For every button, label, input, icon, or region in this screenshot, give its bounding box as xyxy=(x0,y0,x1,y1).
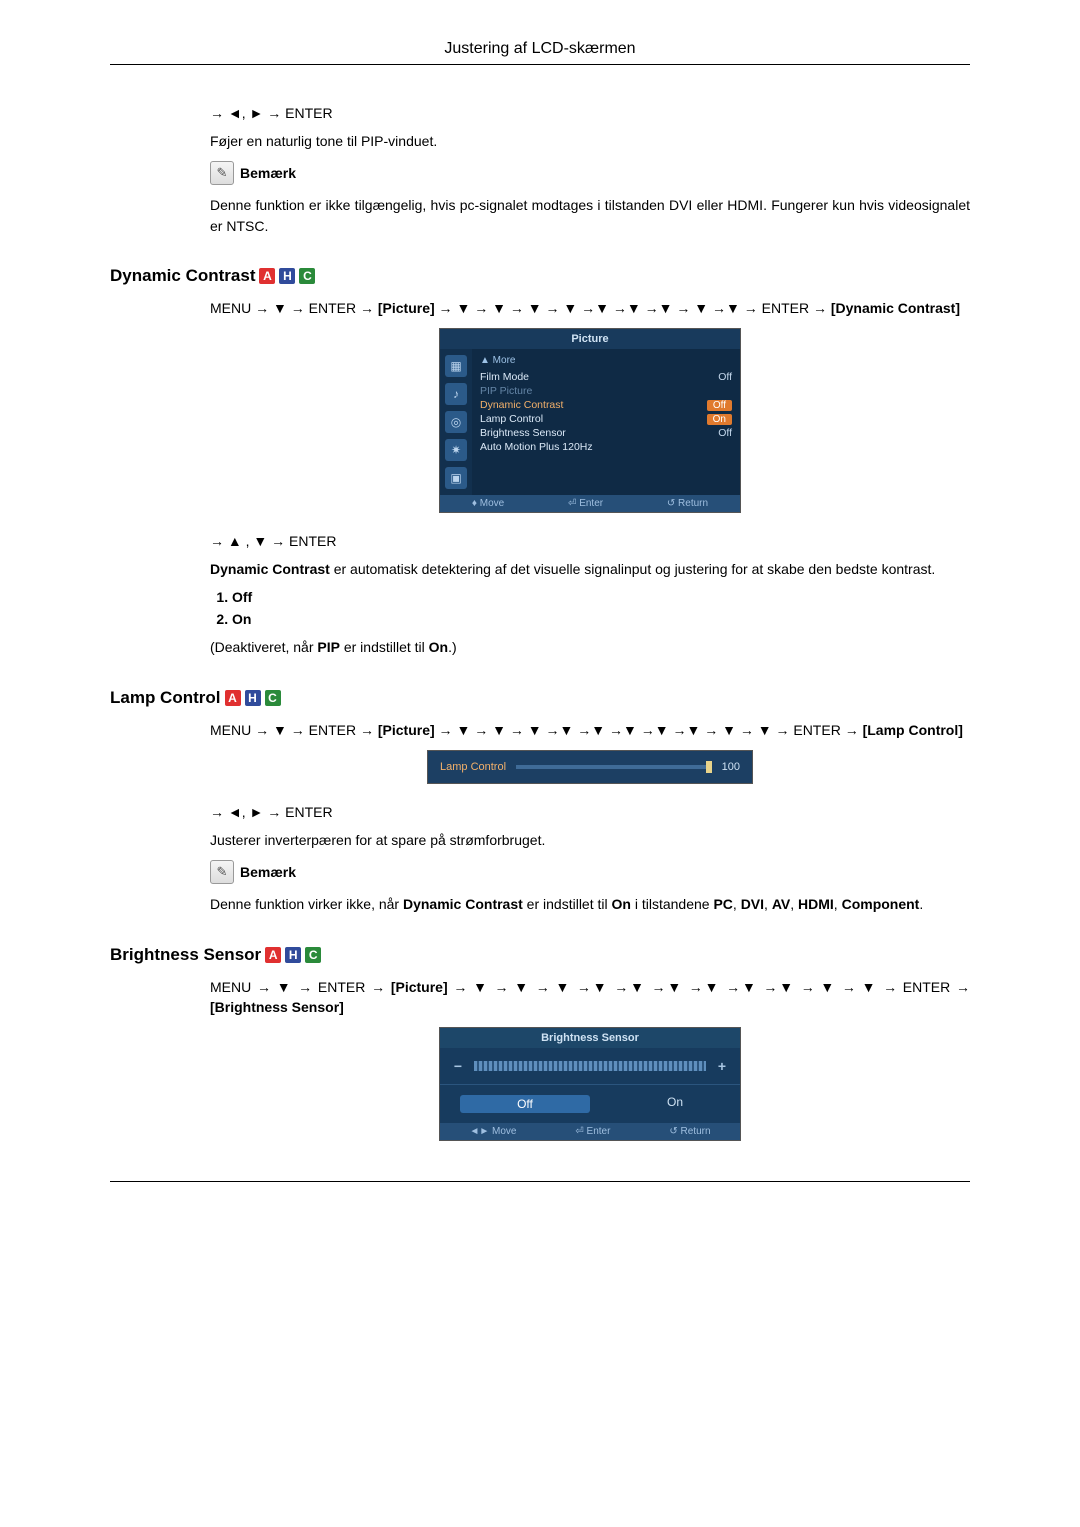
badge-c-icon: C xyxy=(305,947,321,963)
dc-osd-footer: ♦ Move ⏎ Enter ↺ Return xyxy=(440,495,740,512)
dc-osd-title: Picture xyxy=(440,329,740,349)
intro-note-label: Bemærk xyxy=(240,165,296,181)
bs-osd-options: Off On xyxy=(440,1085,740,1123)
dc-option-off: Off xyxy=(232,589,970,605)
bs-osd-bar xyxy=(474,1061,706,1071)
lc-osd-label: Lamp Control xyxy=(440,761,506,773)
dc-osd-list: ▲ More Film Mode Off PIP Picture Dynamic… xyxy=(472,349,740,495)
lc-description: Justerer inverterpæren for at spare på s… xyxy=(210,830,970,850)
bs-osd-screenshot: Brightness Sensor − + Off On ◄► Move ⏎ E… xyxy=(439,1027,741,1141)
dc-osd-more: ▲ More xyxy=(480,355,732,366)
option-tab-icon: ✷ xyxy=(445,439,467,461)
badge-h-icon: H xyxy=(285,947,301,963)
intro-description: Føjer en naturlig tone til PIP-vinduet. xyxy=(210,131,970,151)
brightness-sensor-heading: Brightness Sensor A H C xyxy=(110,945,970,965)
dc-osd-row-lamp-control: Lamp Control On xyxy=(480,412,732,426)
dc-osd-sidebar: ▦ ♪ ◎ ✷ ▣ xyxy=(440,349,472,495)
badge-a-icon: A xyxy=(265,947,281,963)
intro-note-body: Denne funktion er ikke tilgængelig, hvis… xyxy=(210,195,970,236)
dynamic-contrast-heading: Dynamic Contrast A H C xyxy=(110,266,970,286)
dc-deactivated-note: (Deaktiveret, når PIP er indstillet til … xyxy=(210,637,970,657)
footer-rule xyxy=(110,1181,970,1182)
brightness-sensor-heading-text: Brightness Sensor xyxy=(110,945,261,965)
dc-osd-row-dynamic-contrast: Dynamic Contrast Off xyxy=(480,398,732,412)
lc-osd-screenshot: Lamp Control 100 xyxy=(427,750,753,784)
dc-osd-screenshot: Picture ▦ ♪ ◎ ✷ ▣ ▲ More Film Mode Off xyxy=(439,328,741,513)
intro-nav-sequence: → ◄, ► → ENTER xyxy=(210,105,970,121)
lc-nav2: → ◄, ► → ENTER xyxy=(210,804,970,820)
dc-osd-row-film-mode: Film Mode Off xyxy=(480,370,732,384)
bs-osd-off: Off xyxy=(460,1095,590,1113)
badge-h-icon: H xyxy=(245,690,261,706)
dc-nav2: → ▲ , ▼ → ENTER xyxy=(210,533,970,549)
dc-description: Dynamic Contrast er automatisk detekteri… xyxy=(210,559,970,579)
lc-osd-slider xyxy=(516,765,712,769)
note-icon: ✎ xyxy=(210,860,234,884)
lc-osd-value: 100 xyxy=(722,761,740,773)
badge-a-icon: A xyxy=(225,690,241,706)
note-icon: ✎ xyxy=(210,161,234,185)
bs-osd-bar-row: − + xyxy=(440,1048,740,1085)
sound-tab-icon: ♪ xyxy=(445,383,467,405)
input-tab-icon: ▣ xyxy=(445,467,467,489)
minus-icon: − xyxy=(452,1058,464,1074)
lc-menu-path: MENU → ▼ → ENTER → [Picture] → ▼ → ▼ → ▼… xyxy=(210,720,970,740)
dynamic-contrast-heading-text: Dynamic Contrast xyxy=(110,266,255,286)
dc-osd-row-brightness-sensor: Brightness Sensor Off xyxy=(480,426,732,440)
badge-a-icon: A xyxy=(259,268,275,284)
dc-options-list: Off On xyxy=(210,589,970,627)
page-header: Justering af LCD-skærmen xyxy=(110,40,970,65)
bs-menu-path: MENU → ▼ → ENTER → [Picture] → ▼ → ▼ → ▼… xyxy=(210,977,970,1018)
badge-h-icon: H xyxy=(279,268,295,284)
bs-osd-footer: ◄► Move ⏎ Enter ↺ Return xyxy=(440,1123,740,1140)
dc-option-on: On xyxy=(232,611,970,627)
lc-osd-slider-thumb xyxy=(706,761,712,773)
badge-c-icon: C xyxy=(299,268,315,284)
badge-c-icon: C xyxy=(265,690,281,706)
lamp-control-heading-text: Lamp Control xyxy=(110,688,221,708)
dc-osd-row-auto-motion: Auto Motion Plus 120Hz xyxy=(480,440,732,454)
lc-note-label: Bemærk xyxy=(240,864,296,880)
lc-note-body: Denne funktion virker ikke, når Dynamic … xyxy=(210,894,970,914)
dc-menu-path: MENU → ▼ → ENTER → [Picture] → ▼ → ▼ → ▼… xyxy=(210,298,970,318)
lamp-control-heading: Lamp Control A H C xyxy=(110,688,970,708)
dc-osd-row-pip-picture: PIP Picture xyxy=(480,384,732,398)
setup-tab-icon: ◎ xyxy=(445,411,467,433)
bs-osd-title: Brightness Sensor xyxy=(440,1028,740,1048)
bs-osd-on: On xyxy=(610,1095,740,1113)
plus-icon: + xyxy=(716,1058,728,1074)
picture-tab-icon: ▦ xyxy=(445,355,467,377)
